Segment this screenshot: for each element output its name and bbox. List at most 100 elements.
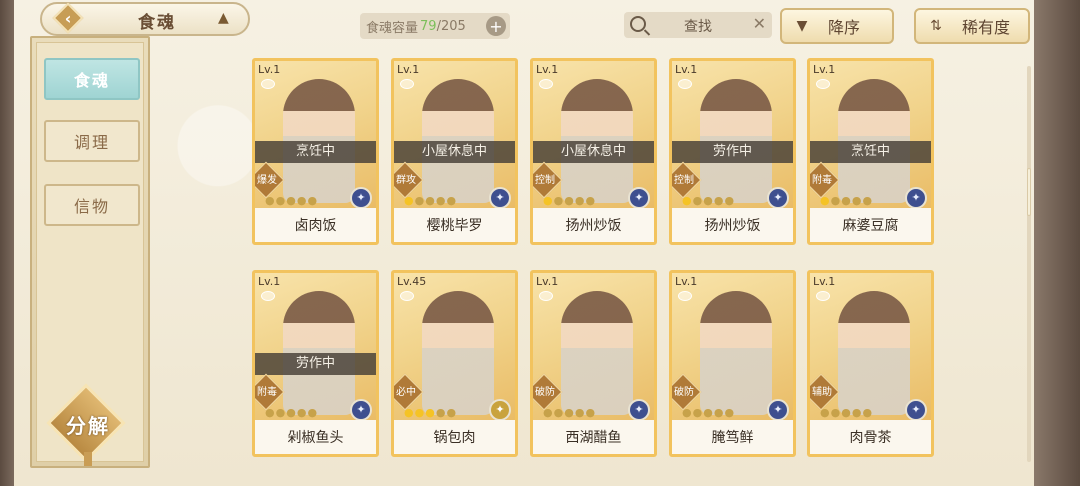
search-input[interactable]: 查找 ✕ (624, 12, 772, 38)
level-label: Lv.1 (675, 63, 698, 76)
character-figure (838, 291, 910, 415)
tab-tokens[interactable]: 信物 (44, 184, 140, 226)
sort-rarity-button[interactable]: ⇅ 稀有度 (914, 8, 1030, 44)
star-icon: ● (425, 194, 436, 207)
level-label: Lv.1 (536, 275, 559, 288)
speech-bubble-icon (400, 79, 414, 89)
star-icon: ● (286, 194, 297, 207)
capacity-display: 食魂容量 79 /205 + (360, 13, 510, 39)
food-soul-card[interactable]: Lv.1 破防 ●●●●● ✦ 腌笃鲜 (669, 270, 796, 457)
status-banner: 劳作中 (255, 353, 376, 375)
food-soul-card[interactable]: Lv.1 劳作中 控制 ●●●●● ✦ 扬州炒饭 (669, 58, 796, 245)
star-icon: ● (830, 194, 842, 207)
star-icon: ● (851, 406, 863, 419)
speech-bubble-icon (261, 291, 275, 301)
food-soul-grid: Lv.1 烹饪中 爆发 ●●●●● ✦ 卤肉饭 Lv.1 小屋休息中 群攻 ●●●●● ✦ 樱桃毕罗 L… (252, 58, 942, 458)
star-icon: ● (574, 194, 586, 207)
level-label: Lv.1 (813, 63, 836, 76)
star-rating: ●●●●● (543, 406, 596, 419)
sort-order-button[interactable]: ▼ 降序 (780, 8, 894, 44)
element-icon: ✦ (767, 399, 789, 421)
speech-bubble-icon (261, 79, 275, 89)
role-label: 破防 (535, 387, 555, 398)
star-rating: ●●●●● (265, 194, 318, 207)
tassel-ornament (84, 452, 92, 466)
element-icon: ✦ (905, 399, 927, 421)
sort-rarity-label: 稀有度 (962, 18, 1011, 37)
star-rating: ●●●●● (820, 406, 873, 419)
food-soul-name: 扬州炒饭 (533, 208, 654, 242)
food-soul-card[interactable]: Lv.45 必中 ●●●●● ✦ 锅包肉 (391, 270, 518, 457)
role-label: 辅助 (812, 387, 832, 398)
level-label: Lv.1 (258, 63, 281, 76)
star-icon: ● (692, 406, 704, 419)
food-soul-card[interactable]: Lv.1 小屋休息中 群攻 ●●●●● ✦ 樱桃毕罗 (391, 58, 518, 245)
element-icon: ✦ (767, 187, 789, 209)
star-rating: ●●●●● (404, 406, 457, 419)
star-icon: ● (275, 194, 287, 207)
star-icon: ● (307, 406, 319, 419)
star-icon: ● (543, 194, 554, 207)
star-icon: ● (275, 406, 287, 419)
role-label: 附毒 (257, 387, 277, 398)
star-icon: ● (543, 406, 554, 419)
role-label: 附毒 (812, 175, 832, 186)
food-soul-card[interactable]: Lv.1 烹饪中 附毒 ●●●●● ✦ 麻婆豆腐 (807, 58, 934, 245)
star-icon: ● (713, 406, 725, 419)
status-banner: 烹饪中 (810, 141, 931, 163)
search-placeholder: 查找 (684, 19, 712, 35)
back-button[interactable]: ‹ (48, 2, 88, 34)
star-icon: ● (692, 194, 704, 207)
level-label: Lv.45 (397, 275, 427, 288)
add-capacity-button[interactable]: + (486, 16, 506, 36)
star-rating: ●●●●● (265, 406, 318, 419)
star-rating: ●●●●● (682, 406, 735, 419)
clear-icon[interactable]: ✕ (753, 14, 766, 33)
star-icon: ● (435, 406, 447, 419)
food-soul-name: 锅包肉 (394, 420, 515, 454)
role-label: 群攻 (396, 175, 416, 186)
role-label: 控制 (674, 175, 694, 186)
element-icon: ✦ (628, 399, 650, 421)
right-frame (1034, 0, 1080, 486)
level-label: Lv.1 (397, 63, 420, 76)
star-icon: ● (585, 406, 597, 419)
star-icon: ● (265, 194, 276, 207)
star-icon: ● (553, 194, 565, 207)
capacity-current: 79 (420, 18, 437, 34)
element-icon: ✦ (628, 187, 650, 209)
food-soul-card[interactable]: Lv.1 破防 ●●●●● ✦ 西湖醋鱼 (530, 270, 657, 457)
star-icon: ● (585, 194, 597, 207)
star-icon: ● (703, 194, 714, 207)
scrollbar-thumb[interactable] (1027, 168, 1031, 216)
star-icon: ● (851, 194, 863, 207)
element-icon: ✦ (489, 399, 511, 421)
tab-conditioning[interactable]: 调理 (44, 120, 140, 162)
scrollbar[interactable] (1027, 66, 1031, 462)
star-icon: ● (414, 406, 426, 419)
star-icon: ● (425, 406, 436, 419)
star-icon: ● (820, 194, 831, 207)
food-soul-name: 剁椒鱼头 (255, 420, 376, 454)
element-icon: ✦ (905, 187, 927, 209)
food-soul-card[interactable]: Lv.1 烹饪中 爆发 ●●●●● ✦ 卤肉饭 (252, 58, 379, 245)
status-banner: 烹饪中 (255, 141, 376, 163)
food-soul-card[interactable]: Lv.1 小屋休息中 控制 ●●●●● ✦ 扬州炒饭 (530, 58, 657, 245)
star-icon: ● (564, 406, 575, 419)
speech-bubble-icon (678, 291, 692, 301)
character-figure (422, 291, 494, 415)
status-banner: 小屋休息中 (533, 141, 654, 163)
level-label: Lv.1 (258, 275, 281, 288)
speech-bubble-icon (816, 291, 830, 301)
star-icon: ● (446, 194, 458, 207)
back-chevron-icon: ‹ (64, 8, 72, 28)
element-icon: ✦ (350, 399, 372, 421)
food-soul-card[interactable]: Lv.1 劳作中 附毒 ●●●●● ✦ 剁椒鱼头 (252, 270, 379, 457)
star-icon: ● (841, 406, 852, 419)
decompose-label: 分解 (66, 414, 110, 438)
star-icon: ● (724, 406, 736, 419)
tab-food-soul[interactable]: 食魂 (44, 58, 140, 100)
star-icon: ● (713, 194, 725, 207)
decompose-button[interactable]: 分解 (46, 383, 128, 466)
food-soul-card[interactable]: Lv.1 辅助 ●●●●● ✦ 肉骨茶 (807, 270, 934, 457)
